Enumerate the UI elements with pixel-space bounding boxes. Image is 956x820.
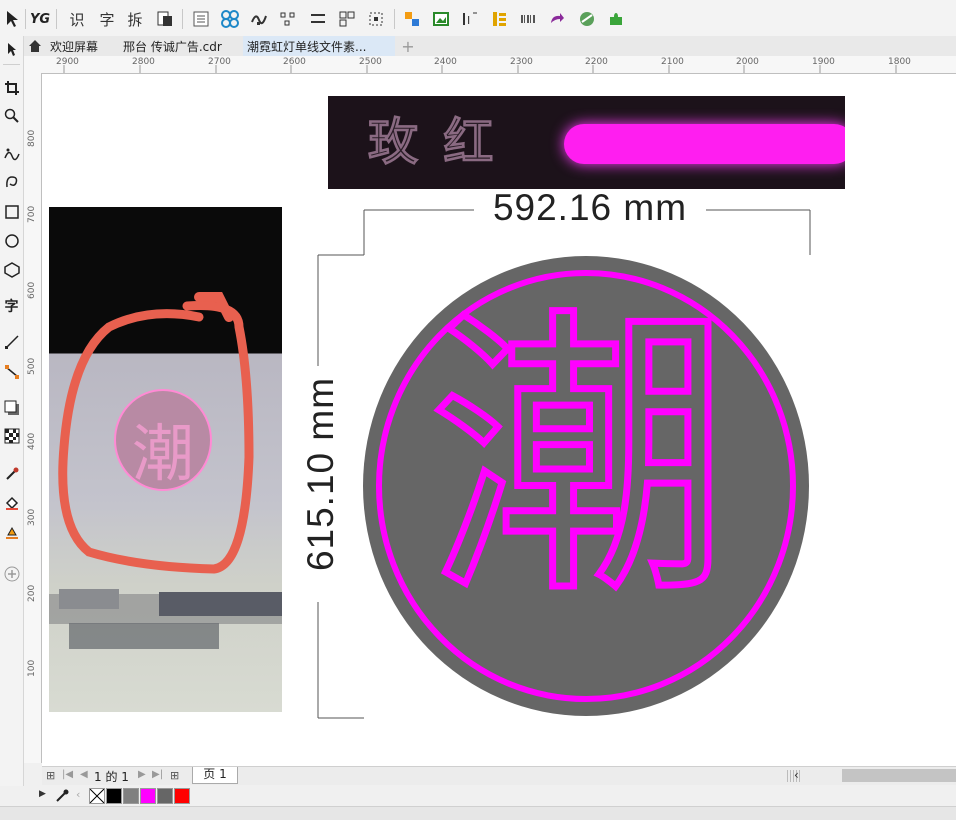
swatch-grey[interactable] <box>123 788 139 804</box>
neon-character-outline[interactable]: 潮 <box>414 269 744 649</box>
freehand-icon[interactable] <box>0 142 23 166</box>
smart-fill-icon[interactable] <box>0 520 23 544</box>
add-page-after-icon[interactable]: ⊞ <box>170 769 179 782</box>
tab-label: 潮霓虹灯单线文件素... <box>247 39 367 54</box>
ruler-label: 300 <box>27 508 37 526</box>
connector-icon[interactable] <box>0 360 23 384</box>
crop-icon[interactable] <box>0 76 23 100</box>
transparency-icon[interactable] <box>0 424 23 448</box>
zoom-icon[interactable] <box>0 104 23 128</box>
tab-label: 邢台 传诚广告.cdr <box>123 39 222 54</box>
swatch-red[interactable] <box>174 788 190 804</box>
pattern-icon[interactable] <box>219 8 241 30</box>
tab-document-2[interactable]: 潮霓虹灯单线文件素... <box>243 36 395 56</box>
no-color-swatch[interactable] <box>89 788 105 804</box>
barcode-icon[interactable] <box>517 8 539 30</box>
layers-icon[interactable] <box>488 8 510 30</box>
pick-arrow-icon[interactable] <box>1 8 23 30</box>
scroll-left-icon[interactable]: ‹ <box>794 768 799 782</box>
tab-label: 欢迎屏幕 <box>50 39 99 54</box>
redo-arrow-icon[interactable] <box>546 8 568 30</box>
ruler-label: 800 <box>27 129 37 147</box>
width-dimension-label[interactable]: 592.16 mm <box>478 187 702 229</box>
ruler-label: 500 <box>27 357 37 375</box>
artistic-media-icon[interactable] <box>0 170 23 194</box>
drop-shadow-icon[interactable] <box>0 396 23 420</box>
tab-document-1[interactable]: 邢台 传诚广告.cdr <box>119 36 241 56</box>
color-palette: ▶ ‹ <box>0 786 956 806</box>
page-info: 1 的 1 <box>94 770 129 784</box>
text-char-icon[interactable]: 字 <box>96 8 118 30</box>
ruler-label: 100 <box>27 659 37 677</box>
svg-text:I: I <box>467 14 470 27</box>
eyedropper-icon[interactable] <box>54 788 70 804</box>
status-bar <box>0 806 956 820</box>
node-icon[interactable] <box>248 8 270 30</box>
swatch-black[interactable] <box>106 788 122 804</box>
lines-icon[interactable] <box>307 8 329 30</box>
first-page-icon[interactable]: |◀ <box>62 769 73 780</box>
add-tool-icon[interactable] <box>0 562 23 586</box>
split-icon[interactable]: 拆 <box>124 8 146 30</box>
text-align-icon[interactable]: I <box>459 8 481 30</box>
drawing-canvas[interactable]: 玫 红 潮 592.16 mm 615.10 mm 潮 <box>42 74 956 766</box>
new-tab-button[interactable]: + <box>398 36 418 56</box>
select-box-icon[interactable] <box>365 8 387 30</box>
vertical-ruler: 800 700 600 500 400 300 200 100 <box>24 73 42 763</box>
interactive-fill-icon[interactable] <box>0 491 23 515</box>
page-tab[interactable]: 页 1 <box>192 767 238 784</box>
height-dimension-label[interactable]: 615.10 mm <box>300 359 342 589</box>
last-page-icon[interactable]: ▶| <box>152 769 163 780</box>
ruler-label: 400 <box>27 432 37 450</box>
ruler-label: 600 <box>27 281 37 299</box>
puzzle-icon[interactable] <box>605 8 627 30</box>
parallel-dimension-icon[interactable] <box>0 330 23 354</box>
palette-menu-icon[interactable]: ▶ <box>39 789 46 799</box>
image-icon[interactable] <box>430 8 452 30</box>
rectangle-icon[interactable] <box>0 200 23 224</box>
paste-icon[interactable] <box>154 8 176 30</box>
add-page-before-icon[interactable]: ⊞ <box>46 769 55 782</box>
toolbox: 字 <box>0 36 24 796</box>
prev-page-icon[interactable]: ◀ <box>80 769 88 780</box>
palette-scroll-left-icon[interactable]: ‹ <box>76 788 80 801</box>
horizontal-scrollbar-thumb[interactable] <box>842 769 956 782</box>
next-page-icon[interactable]: ▶ <box>138 769 146 780</box>
group-icon[interactable] <box>336 8 358 30</box>
ruler-label: 700 <box>27 205 37 223</box>
distribute-icon[interactable] <box>277 8 299 30</box>
eyedropper-icon[interactable] <box>0 462 23 486</box>
globe-icon[interactable] <box>576 8 598 30</box>
yg-plugin-icon[interactable]: YG <box>29 8 51 30</box>
table-icon[interactable] <box>190 8 212 30</box>
document-tabs: 欢迎屏幕 邢台 传诚广告.cdr 潮霓虹灯单线文件素... + <box>24 36 956 57</box>
recognize-icon[interactable]: 识 <box>66 8 88 30</box>
polygon-icon[interactable] <box>0 258 23 282</box>
swatch-dark-grey[interactable] <box>157 788 173 804</box>
ruler-label: 200 <box>27 584 37 602</box>
page-navigator: ⊞ |◀ ◀ 1 的 1 ▶ ▶| ⊞ 页 1 ‹ <box>42 766 956 785</box>
horizontal-ruler: 2900 2800 2700 2600 2500 2400 2300 2200 … <box>24 56 956 74</box>
swatch-magenta[interactable] <box>140 788 156 804</box>
freehand-pick-icon[interactable] <box>0 38 23 62</box>
text-tool-icon[interactable]: 字 <box>0 294 23 318</box>
main-toolbar: YG 识 字 拆 I <box>0 0 956 37</box>
ellipse-icon[interactable] <box>0 229 23 253</box>
home-icon <box>29 40 41 52</box>
color-object-icon[interactable] <box>401 8 423 30</box>
tab-welcome[interactable]: 欢迎屏幕 <box>24 36 116 56</box>
